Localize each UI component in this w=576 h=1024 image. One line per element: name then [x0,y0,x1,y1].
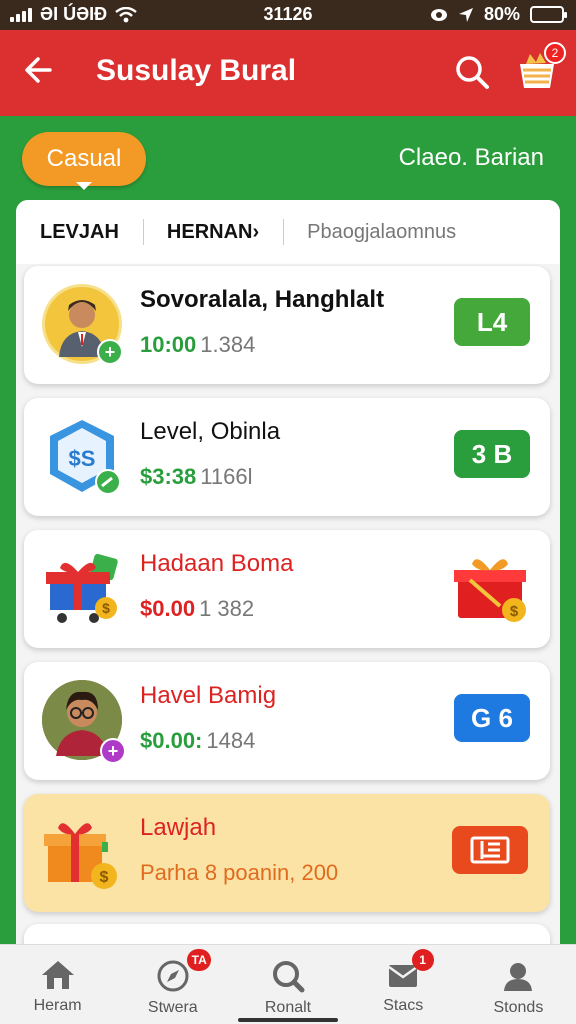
nav-badge: TA [187,949,212,971]
user-icon [504,963,533,991]
nav-label: Stonds [493,999,544,1016]
app-bar: Susulay Bural 2 [0,30,576,116]
filter-right-link[interactable]: Claeo. Barian [399,144,544,172]
filter-row: Casual Claeo. Barian [0,116,576,200]
gift-coin-icon: $ [42,812,122,892]
content-panel: LEVJAH HERNAN› Pbaogjalaomnus + Sovorala… [16,200,560,960]
gift-cart-icon: $ [42,548,122,628]
list-item[interactable]: $S Level, Obinla $3:38 1166l 3 B [24,398,550,516]
plus-badge-icon: + [100,738,126,764]
item-amount: 10:00 1.384 [140,332,256,357]
ticket-icon [470,836,510,864]
item-amount: $0.00: 1484 [140,728,256,753]
nav-label: Heram [33,997,82,1014]
list-item[interactable]: + Sovoralala, Hanghlalt 10:00 1.384 L4 [24,266,550,384]
item-name: Level, Obinla [140,418,281,445]
item-amount: Parha 8 poanin, 200 [140,860,339,885]
list-item[interactable]: $ Lawjah Parha 8 poanin, 200 [24,794,550,912]
item-amount: $0.00 1 382 [140,596,255,621]
nav-item-stonds[interactable]: Stonds [461,945,576,1024]
tab-levjah[interactable]: LEVJAH [16,221,143,244]
battery-percent: 80% [483,4,520,24]
home-indicator [238,1018,338,1022]
nav-item-stacs[interactable]: Stacs 1 [346,945,461,1024]
tab-hernan[interactable]: HERNAN› [142,218,283,245]
tab-pbaogjalaomnus[interactable]: Pbaogjalaomnus [283,218,480,245]
search-icon [456,56,489,89]
item-name: Sovoralala, Hanghlalt [140,286,385,313]
status-bar: ƏI ÚƏIÐ 31126 80% [0,0,576,30]
eye-icon [430,8,447,21]
ticket-button[interactable] [452,826,528,874]
nav-item-home[interactable]: Heram [0,945,115,1024]
bottom-nav: Heram Stwera TA Ronalt Stacs 1 Stonds [0,944,576,1024]
page-title: Susulay Bural [96,54,297,87]
item-name: Hadaan Boma [140,550,294,577]
nav-label: Stwera [147,999,198,1016]
back-button[interactable] [20,52,60,92]
battery-icon [530,6,567,23]
cart-button[interactable]: 2 [514,42,566,94]
nav-item-stwera[interactable]: Stwera TA [115,945,230,1024]
nav-label: Ronalt [264,999,312,1016]
nav-label: Stacs [383,997,424,1014]
item-name: Havel Bamig [140,682,277,709]
item-name: Lawjah [140,814,217,841]
svg-text:$: $ [510,603,519,620]
list-item[interactable]: + Havel Bamig $0.00: 1484 G 6 [24,662,550,780]
compass-icon [157,960,189,992]
plus-badge-icon: + [97,339,123,365]
home-icon [41,961,74,989]
location-arrow-icon [458,7,473,22]
search-icon [273,961,305,993]
list-item[interactable]: $ Hadaan Boma $0.00 1 382 $ [24,530,550,648]
back-arrow-icon [25,57,52,83]
search-button[interactable] [452,52,492,92]
avatar: + [42,680,126,764]
dollar-badge-icon: $S [42,416,122,496]
level-pill[interactable]: 3 B [454,430,530,478]
svg-text:$: $ [102,600,110,616]
item-amount: $3:38 1166l [140,464,253,489]
cart-badge: 2 [544,42,566,64]
tab-bar: LEVJAH HERNAN› Pbaogjalaomnus [16,200,560,264]
level-pill[interactable]: L4 [454,298,530,346]
nav-badge: 1 [411,949,434,971]
nav-item-ronalt[interactable]: Ronalt [230,945,345,1024]
level-pill[interactable]: G 6 [454,694,530,742]
svg-text:$S: $S [69,446,96,471]
gift-box-icon[interactable]: $ [452,550,532,631]
svg-text:$: $ [100,869,109,886]
avatar: + [42,284,123,365]
casual-filter-chip[interactable]: Casual [22,132,146,190]
